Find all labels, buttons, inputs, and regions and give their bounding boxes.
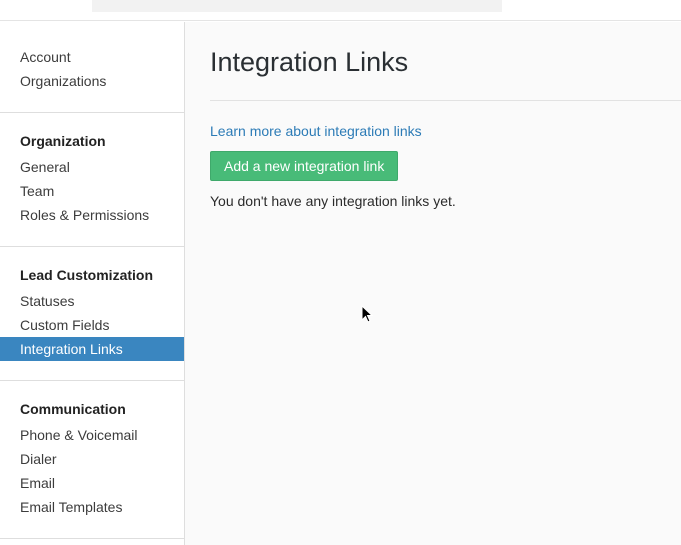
sidebar-section-organization: Organization General Team Roles & Permis… bbox=[0, 113, 184, 247]
sidebar-item-integration-links[interactable]: Integration Links bbox=[0, 337, 184, 361]
top-search-strip[interactable] bbox=[92, 0, 502, 12]
sidebar-item-general[interactable]: General bbox=[0, 155, 184, 179]
sidebar-item-dialer[interactable]: Dialer bbox=[0, 447, 184, 471]
sidebar-item-email[interactable]: Email bbox=[0, 471, 184, 495]
title-divider bbox=[210, 100, 681, 101]
sidebar-section-title: Lead Customization bbox=[20, 267, 154, 283]
top-bar-divider bbox=[0, 20, 681, 21]
sidebar-item-statuses[interactable]: Statuses bbox=[0, 289, 184, 313]
settings-sidebar: Account Organizations Organization Gener… bbox=[0, 22, 185, 545]
sidebar-item-account[interactable]: Account bbox=[0, 45, 184, 69]
sidebar-item-organizations[interactable]: Organizations bbox=[0, 69, 184, 93]
page-title: Integration Links bbox=[210, 47, 409, 77]
sidebar-item-team[interactable]: Team bbox=[0, 179, 184, 203]
sidebar-item-roles-permissions[interactable]: Roles & Permissions bbox=[0, 203, 184, 227]
sidebar-section-lead-customization: Lead Customization Statuses Custom Field… bbox=[0, 247, 184, 381]
main-content: Integration Links Learn more about integ… bbox=[185, 22, 681, 545]
sidebar-item-custom-fields[interactable]: Custom Fields bbox=[0, 313, 184, 337]
sidebar-section-communication: Communication Phone & Voicemail Dialer E… bbox=[0, 381, 184, 539]
sidebar-item-email-templates[interactable]: Email Templates bbox=[0, 495, 184, 519]
mouse-pointer-icon bbox=[361, 305, 373, 323]
sidebar-section-account: Account Organizations bbox=[0, 22, 184, 113]
sidebar-section-title: Communication bbox=[20, 401, 126, 417]
add-integration-link-button[interactable]: Add a new integration link bbox=[210, 151, 399, 181]
empty-state-message: You don't have any integration links yet… bbox=[210, 193, 456, 209]
sidebar-section-title: Organization bbox=[20, 133, 106, 149]
learn-more-link[interactable]: Learn more about integration links bbox=[210, 122, 422, 140]
sidebar-item-phone-voicemail[interactable]: Phone & Voicemail bbox=[0, 423, 184, 447]
top-bar bbox=[0, 0, 681, 21]
